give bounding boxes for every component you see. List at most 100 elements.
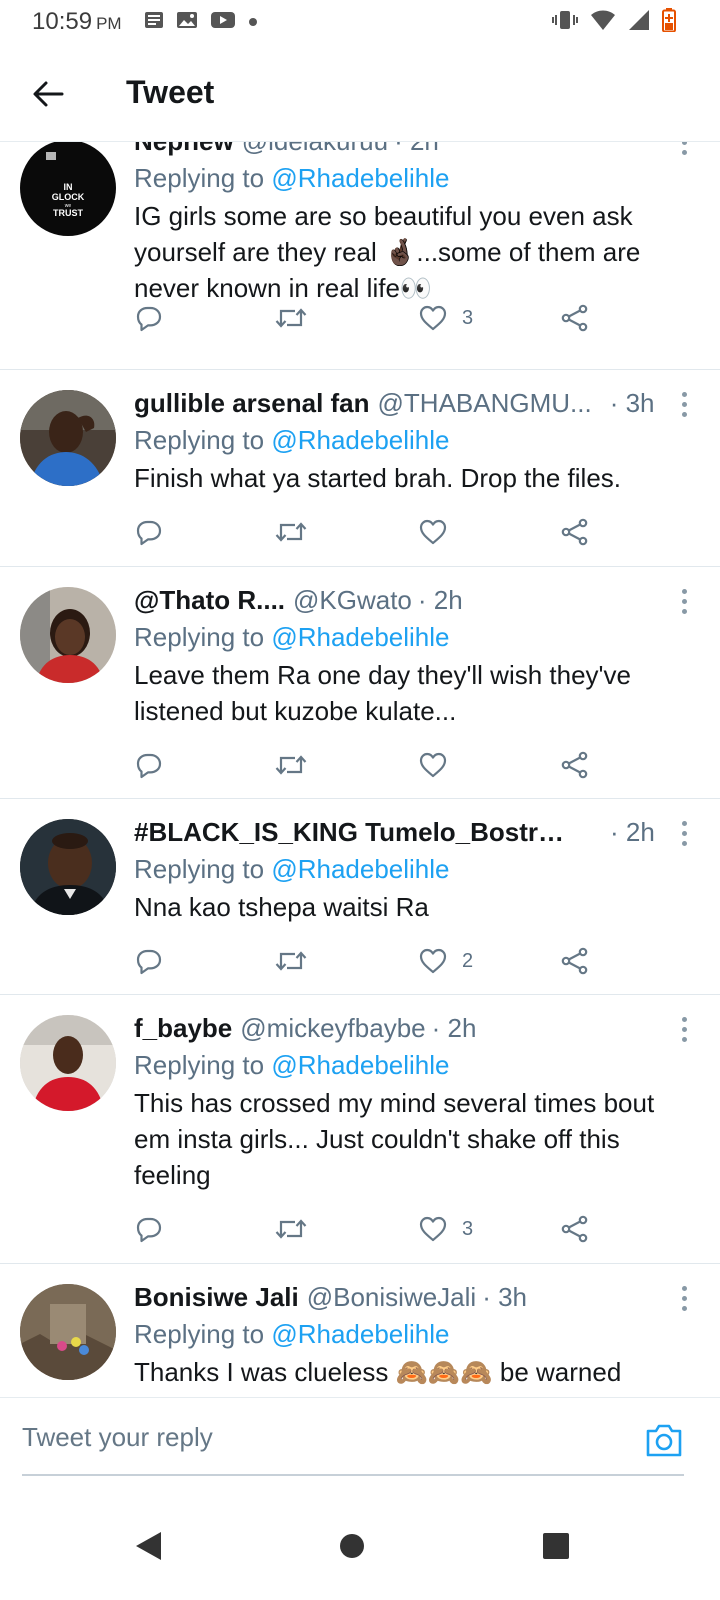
replying-to: Replying to @Rhadebelihle (134, 160, 696, 196)
like-icon (418, 946, 448, 976)
retweet-button[interactable] (274, 939, 308, 983)
user-handle[interactable]: @mickeyfbaybe (240, 1013, 425, 1044)
more-options-button[interactable] (672, 142, 696, 156)
like-button[interactable]: 3 (418, 296, 473, 340)
back-button[interactable] (26, 72, 70, 116)
replies-feed[interactable]: IN GLOCK we TRUST Nephew @ideiakuruu · 2… (0, 142, 720, 1424)
display-name[interactable]: f_baybe (134, 1013, 232, 1044)
share-icon (560, 750, 590, 780)
like-button[interactable]: 3 (418, 1207, 473, 1251)
reply-button[interactable] (134, 1207, 164, 1251)
reply-button[interactable] (134, 939, 164, 983)
replying-to-handle[interactable]: @Rhadebelihle (271, 854, 449, 884)
tweet-text: Leave them Ra one day they'll wish they'… (134, 660, 631, 726)
replying-to-label: Replying to (134, 163, 265, 193)
replying-to-handle[interactable]: @Rhadebelihle (271, 425, 449, 455)
back-arrow-icon (33, 81, 64, 107)
replying-to-label: Replying to (134, 425, 265, 455)
share-button[interactable] (560, 939, 590, 983)
tweet-time: · 2h (417, 584, 463, 615)
more-options-button[interactable] (672, 1015, 696, 1043)
tweet-item[interactable]: gullible arsenal fan @THABANGMU... · 3h … (0, 370, 720, 567)
tweet-item[interactable]: IN GLOCK we TRUST Nephew @ideiakuruu · 2… (0, 142, 720, 370)
like-button[interactable] (418, 510, 462, 554)
reply-icon (134, 1214, 164, 1244)
display-name[interactable]: #BLACK_IS_KING Tumelo_Bostro_... (134, 817, 578, 848)
avatar[interactable] (20, 819, 116, 915)
reply-input[interactable]: Tweet your reply (22, 1422, 213, 1453)
more-options-button[interactable] (672, 1284, 696, 1312)
avatar[interactable] (20, 587, 116, 683)
tweet-item[interactable]: @Thato R.... @KGwato · 2h Replying to @R… (0, 567, 720, 799)
avatar[interactable]: IN GLOCK we TRUST (20, 142, 116, 236)
user-handle[interactable]: @BonisiweJali (307, 1282, 476, 1313)
share-icon (560, 303, 590, 333)
status-time-value: 10:59 (32, 8, 93, 35)
retweet-button[interactable] (274, 510, 308, 554)
share-button[interactable] (560, 1207, 590, 1251)
like-count: 2 (462, 949, 474, 972)
display-name[interactable]: @Thato R.... (134, 585, 285, 616)
status-bar: 10:59 PM (0, 0, 720, 46)
nav-home-button[interactable] (330, 1524, 374, 1568)
replying-to-handle[interactable]: @Rhadebelihle (271, 622, 449, 652)
retweet-button[interactable] (274, 743, 308, 787)
avatar[interactable] (20, 390, 116, 486)
reply-icon (134, 517, 164, 547)
tweet-header: gullible arsenal fan @THABANGMU... · 3h (134, 384, 696, 422)
reply-button[interactable] (134, 743, 164, 787)
like-button[interactable] (418, 743, 462, 787)
system-nav-bar (0, 1490, 720, 1600)
avatar[interactable] (20, 1284, 116, 1380)
display-name[interactable]: gullible arsenal fan (134, 388, 370, 419)
retweet-button[interactable] (274, 1207, 308, 1251)
tweet-header: f_baybe @mickeyfbaybe · 2h (134, 1009, 696, 1047)
tweet-actions: 3 (134, 296, 614, 340)
like-count: 3 (462, 306, 474, 329)
like-button[interactable]: 2 (418, 939, 473, 983)
app-header: Tweet (0, 46, 720, 142)
more-options-button[interactable] (672, 819, 696, 847)
user-handle[interactable]: @THABANGMU... (378, 388, 592, 419)
avatar-text-in: IN (64, 182, 73, 192)
share-icon (560, 946, 590, 976)
more-options-button[interactable] (672, 587, 696, 615)
more-options-button[interactable] (672, 390, 696, 418)
reply-button[interactable] (134, 296, 164, 340)
nav-recents-button[interactable] (534, 1524, 578, 1568)
nav-back-button[interactable] (126, 1524, 170, 1568)
tweet-text: This has crossed my mind several times b… (134, 1088, 655, 1190)
user-handle[interactable]: @ideiakuruu (242, 142, 388, 157)
replying-to: Replying to @Rhadebelihle (134, 851, 696, 887)
replying-to: Replying to @Rhadebelihle (134, 619, 696, 655)
share-button[interactable] (560, 296, 590, 340)
tweet-item[interactable]: f_baybe @mickeyfbaybe · 2h Replying to @… (0, 995, 720, 1264)
user-handle[interactable]: @KGwato (293, 585, 412, 616)
replying-to-handle[interactable]: @Rhadebelihle (271, 163, 449, 193)
tweet-header: @Thato R.... @KGwato · 2h (134, 581, 696, 619)
tweet-time: · 2h (394, 142, 439, 157)
share-button[interactable] (560, 743, 590, 787)
retweet-icon (274, 946, 308, 976)
camera-button[interactable] (644, 1422, 684, 1458)
reply-button[interactable] (134, 510, 164, 554)
replying-to: Replying to @Rhadebelihle (134, 1047, 696, 1083)
camera-icon (646, 1424, 682, 1457)
reply-composer[interactable]: Tweet your reply (0, 1397, 720, 1489)
display-name[interactable]: Bonisiwe Jali (134, 1282, 299, 1313)
tweet-time: · 3h (609, 387, 655, 418)
retweet-icon (274, 1214, 308, 1244)
signal-icon (628, 9, 650, 36)
retweet-button[interactable] (274, 296, 308, 340)
tweet-item[interactable]: #BLACK_IS_KING Tumelo_Bostro_... · 2h Re… (0, 799, 720, 995)
share-icon (560, 1214, 590, 1244)
share-button[interactable] (560, 510, 590, 554)
avatar[interactable] (20, 1015, 116, 1111)
replying-to-label: Replying to (134, 1319, 265, 1349)
retweet-icon (274, 750, 308, 780)
replying-to-handle[interactable]: @Rhadebelihle (271, 1319, 449, 1349)
tweet-time: · 3h (482, 1281, 528, 1312)
display-name[interactable]: Nephew (134, 142, 234, 157)
replying-to-handle[interactable]: @Rhadebelihle (271, 1050, 449, 1080)
wifi-icon (590, 9, 616, 36)
